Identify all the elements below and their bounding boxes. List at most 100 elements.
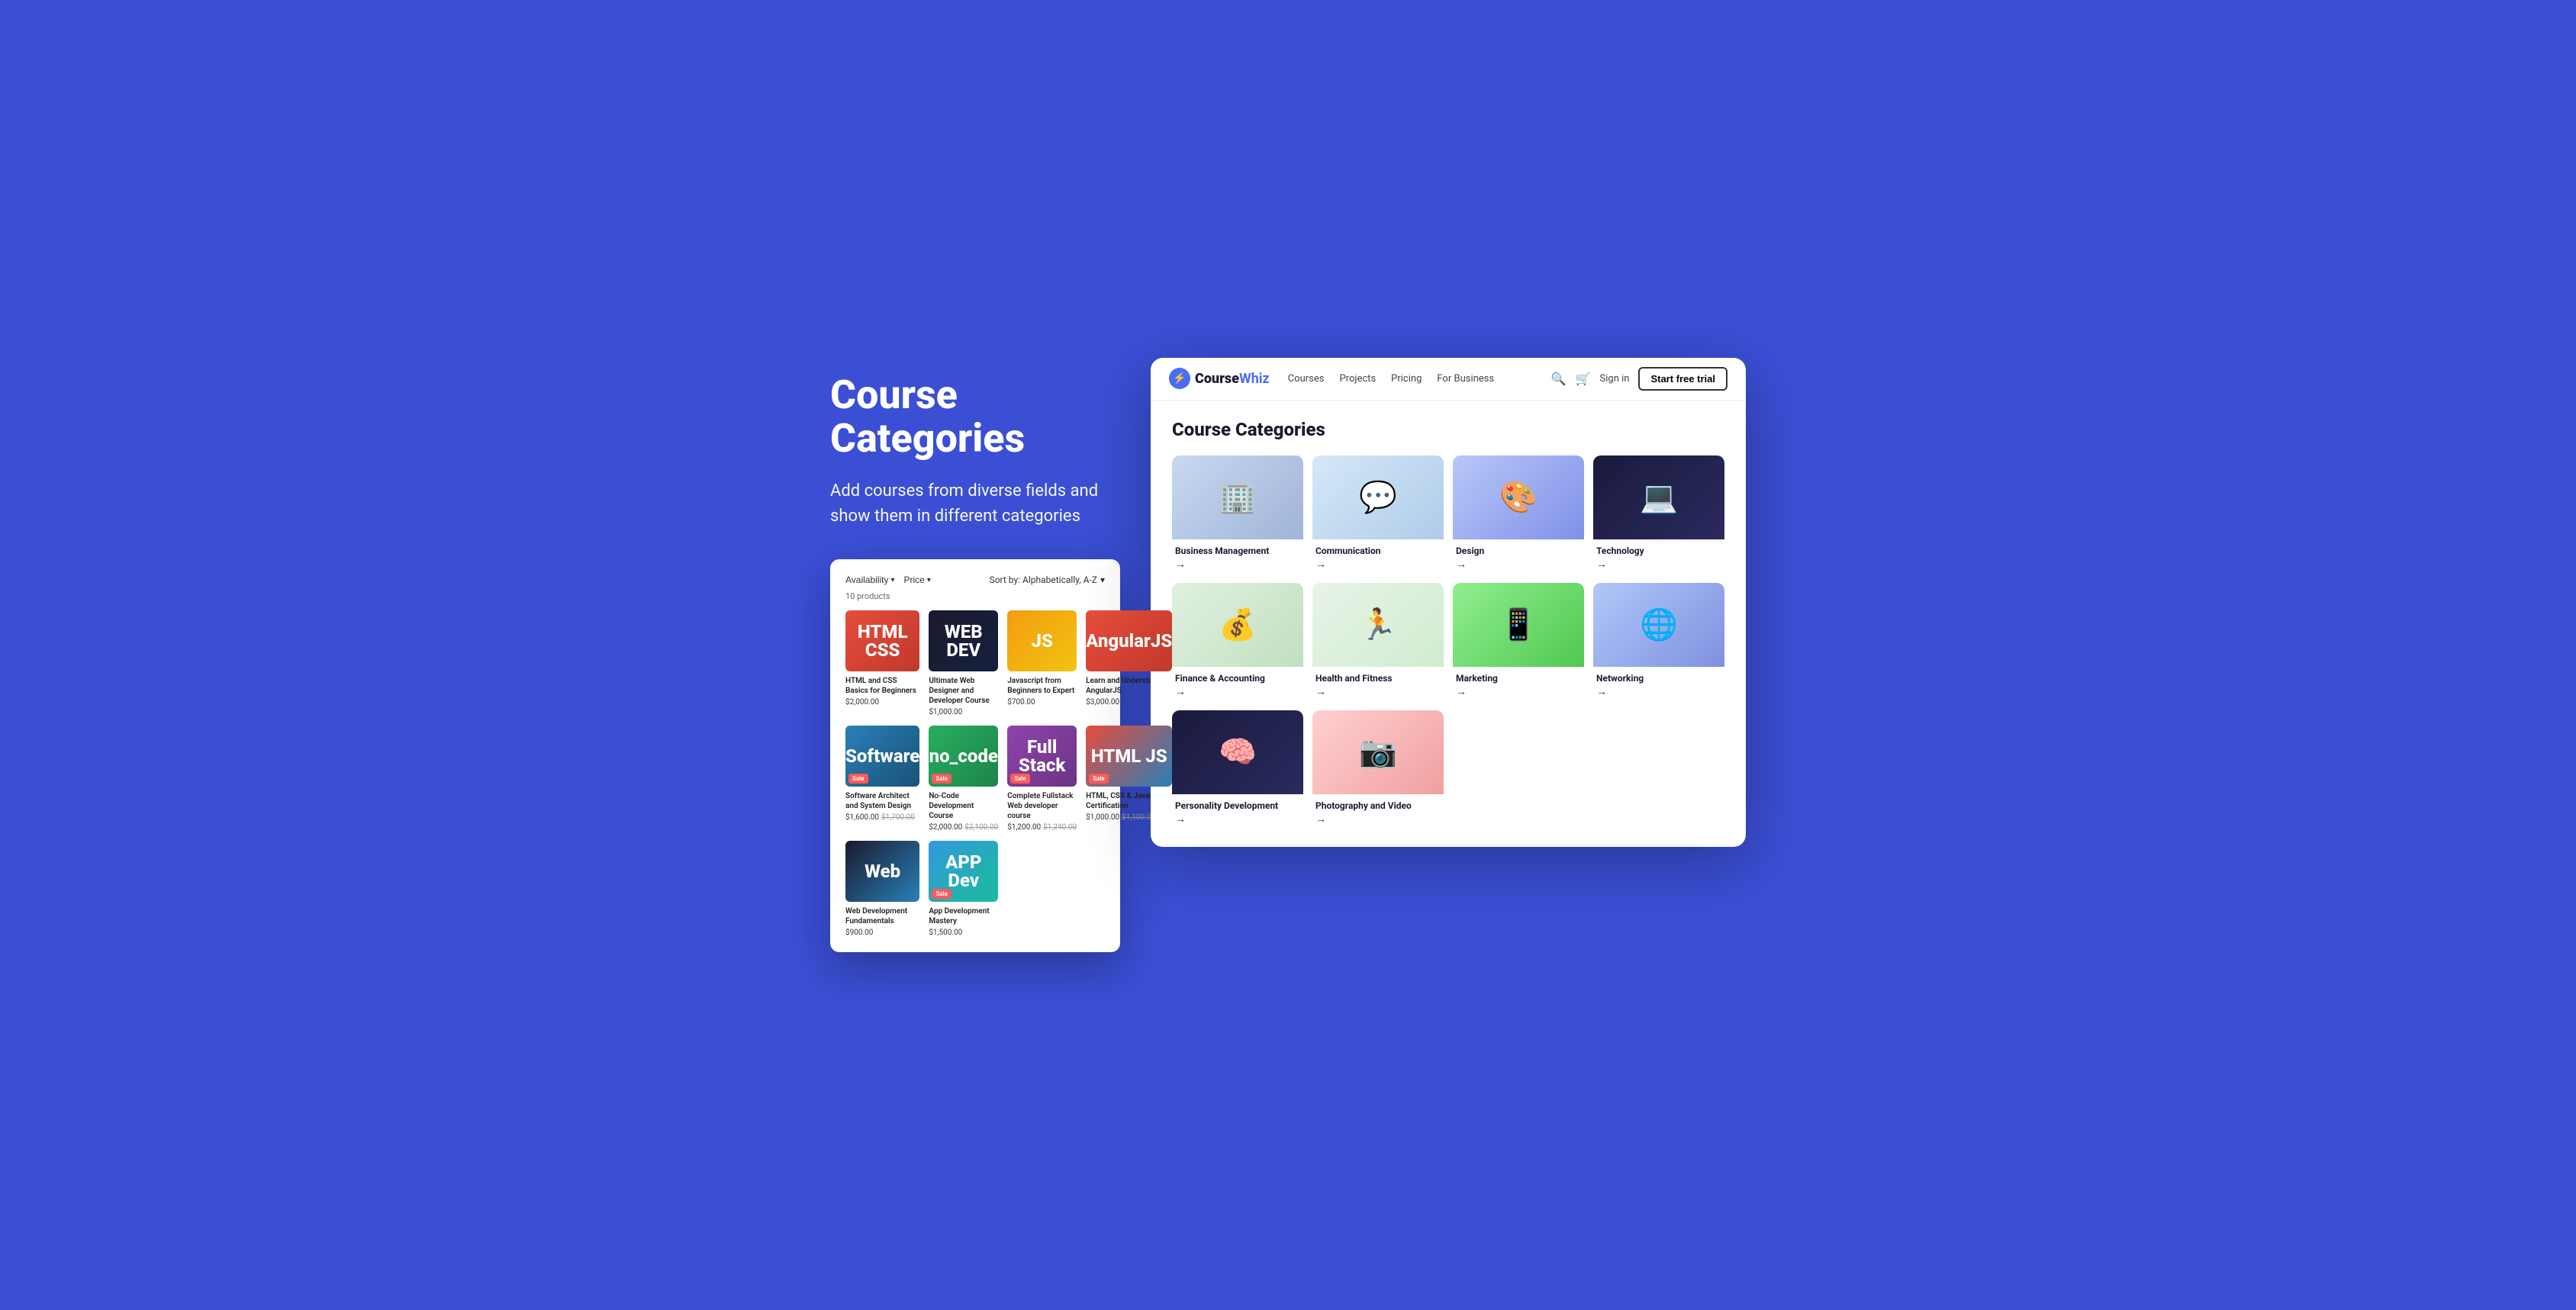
category-arrow: → [1175,685,1300,698]
product-price: $2,000.00 [845,698,919,706]
product-thumbnail: Web [845,841,919,902]
category-image: 🏃 [1312,583,1444,667]
category-arrow: → [1315,685,1441,698]
category-name: Photography and Video [1315,800,1441,811]
list-item[interactable]: Full Stack Sale Complete Fullstack Web d… [1007,726,1077,832]
category-card-darkbiz[interactable]: 💻 Technology → [1593,455,1724,574]
category-illustration: 🏃 [1359,607,1397,642]
original-price: $2,100.00 [964,823,998,832]
category-image: 🧠 [1172,710,1303,794]
category-illustration: 💬 [1359,479,1397,515]
nav-link-courses[interactable]: Courses [1288,373,1325,385]
category-name: Business Management [1175,546,1300,556]
category-info: Personality Development → [1172,794,1303,829]
category-image: 💰 [1172,583,1303,667]
category-name: Marketing [1456,673,1581,684]
page-container: Course Categories Add courses from diver… [830,358,1746,952]
sale-badge: Sale [932,774,952,784]
category-info: Marketing → [1453,667,1584,701]
thumb-text: HTML CSS [845,623,919,659]
nav-link-projects[interactable]: Projects [1339,373,1376,385]
original-price: $1,240.00 [1043,823,1077,832]
category-card-marketing[interactable]: 📱 Marketing → [1453,583,1584,701]
product-name: No-Code Development Course [929,791,998,821]
thumb-text: Web [865,862,900,880]
category-info: Photography and Video → [1312,794,1444,829]
thumb-text: no_code [929,747,998,765]
list-item[interactable]: WEB DEV Ultimate Web Designer and Develo… [929,610,998,716]
category-illustration: 🧠 [1219,734,1257,770]
thumb-text: JS [1031,632,1052,650]
category-name: Personality Development [1175,800,1300,811]
list-item[interactable]: no_code Sale No-Code Development Course … [929,726,998,832]
thumb-text: Full Stack [1007,738,1077,774]
category-image: 🌐 [1593,583,1724,667]
product-name: Complete Fullstack Web developer course [1007,791,1077,821]
sort-control[interactable]: Sort by: Alphabetically, A-Z ▾ [990,575,1105,585]
category-card-health[interactable]: 🏃 Health and Fitness → [1312,583,1444,701]
thumb-text: WEB DEV [929,623,998,659]
product-price: $1,500.00 [929,929,998,937]
list-item[interactable]: Software Sale Software Architect and Sys… [845,726,919,832]
category-info: Finance & Accounting → [1172,667,1303,701]
product-price: $1,200.00$1,240.00 [1007,823,1077,832]
sale-badge: Sale [1010,774,1030,784]
thumb-text: HTML JS [1091,747,1167,765]
category-image: 💬 [1312,455,1444,539]
nav-link-for-business[interactable]: For Business [1437,373,1494,385]
category-name: Technology [1596,546,1721,556]
category-image: 🎨 [1453,455,1584,539]
product-name: HTML and CSS Basics for Beginners [845,676,919,696]
sale-badge: Sale [848,774,868,784]
product-price: $700.00 [1007,698,1077,706]
page-title: Course Categories [1172,419,1724,440]
category-arrow: → [1456,558,1581,571]
category-card-photo[interactable]: 📷 Photography and Video → [1312,710,1444,829]
cart-icon[interactable]: 🛒 [1576,372,1591,386]
product-thumbnail: Software Sale [845,726,919,787]
list-item[interactable]: APP Dev Sale App Development Mastery $1,… [929,841,998,937]
product-name: App Development Mastery [929,906,998,926]
sort-label: Sort by: Alphabetically, A-Z [990,575,1097,585]
category-card-communication[interactable]: 💬 Communication → [1312,455,1444,574]
category-illustration: 🎨 [1499,479,1538,515]
start-free-button[interactable]: Start free trial [1638,367,1728,391]
category-arrow: → [1315,813,1441,826]
category-arrow: → [1175,813,1300,826]
filters-bar: Availability Price Sort by: Alphabetical… [845,575,1105,585]
thumb-text: Software [845,747,919,765]
list-item[interactable]: HTML CSS HTML and CSS Basics for Beginne… [845,610,919,716]
category-image: 💻 [1593,455,1724,539]
search-icon[interactable]: 🔍 [1551,372,1567,386]
category-card-business[interactable]: 🏢 Business Management → [1172,455,1303,574]
nav-link-pricing[interactable]: Pricing [1391,373,1422,385]
categories-grid: 🏢 Business Management → 💬 Communication … [1172,455,1724,829]
list-item[interactable]: JS Javascript from Beginners to Expert $… [1007,610,1077,716]
availability-filter[interactable]: Availability [845,575,895,585]
product-thumbnail: JS [1007,610,1077,671]
category-info: Networking → [1593,667,1724,701]
category-card-networking[interactable]: 🌐 Networking → [1593,583,1724,701]
category-card-finance[interactable]: 💰 Finance & Accounting → [1172,583,1303,701]
category-card-personality[interactable]: 🧠 Personality Development → [1172,710,1303,829]
product-thumbnail: AngularJS [1086,610,1172,671]
category-card-design[interactable]: 🎨 Design → [1453,455,1584,574]
product-name: Ultimate Web Designer and Developer Cour… [929,676,998,706]
sale-badge: Sale [932,889,952,899]
signin-button[interactable]: Sign in [1600,373,1630,385]
coursewhiz-window: ⚡ CourseWhiz CoursesProjectsPricingFor B… [1151,358,1746,847]
list-item[interactable]: Web Web Development Fundamentals $900.00 [845,841,919,937]
product-list-card: Availability Price Sort by: Alphabetical… [830,559,1120,952]
category-name: Design [1456,546,1581,556]
hero-title: Course Categories [830,373,1120,460]
category-arrow: → [1315,558,1441,571]
price-filter[interactable]: Price [904,575,931,585]
product-thumbnail: WEB DEV [929,610,998,671]
sort-chevron-icon: ▾ [1100,575,1105,585]
category-arrow: → [1596,558,1721,571]
category-image: 📱 [1453,583,1584,667]
category-illustration: 📷 [1359,734,1397,770]
category-illustration: 🏢 [1219,479,1257,515]
product-name: Javascript from Beginners to Expert [1007,676,1077,696]
product-thumbnail: HTML JS Sale [1086,726,1172,787]
